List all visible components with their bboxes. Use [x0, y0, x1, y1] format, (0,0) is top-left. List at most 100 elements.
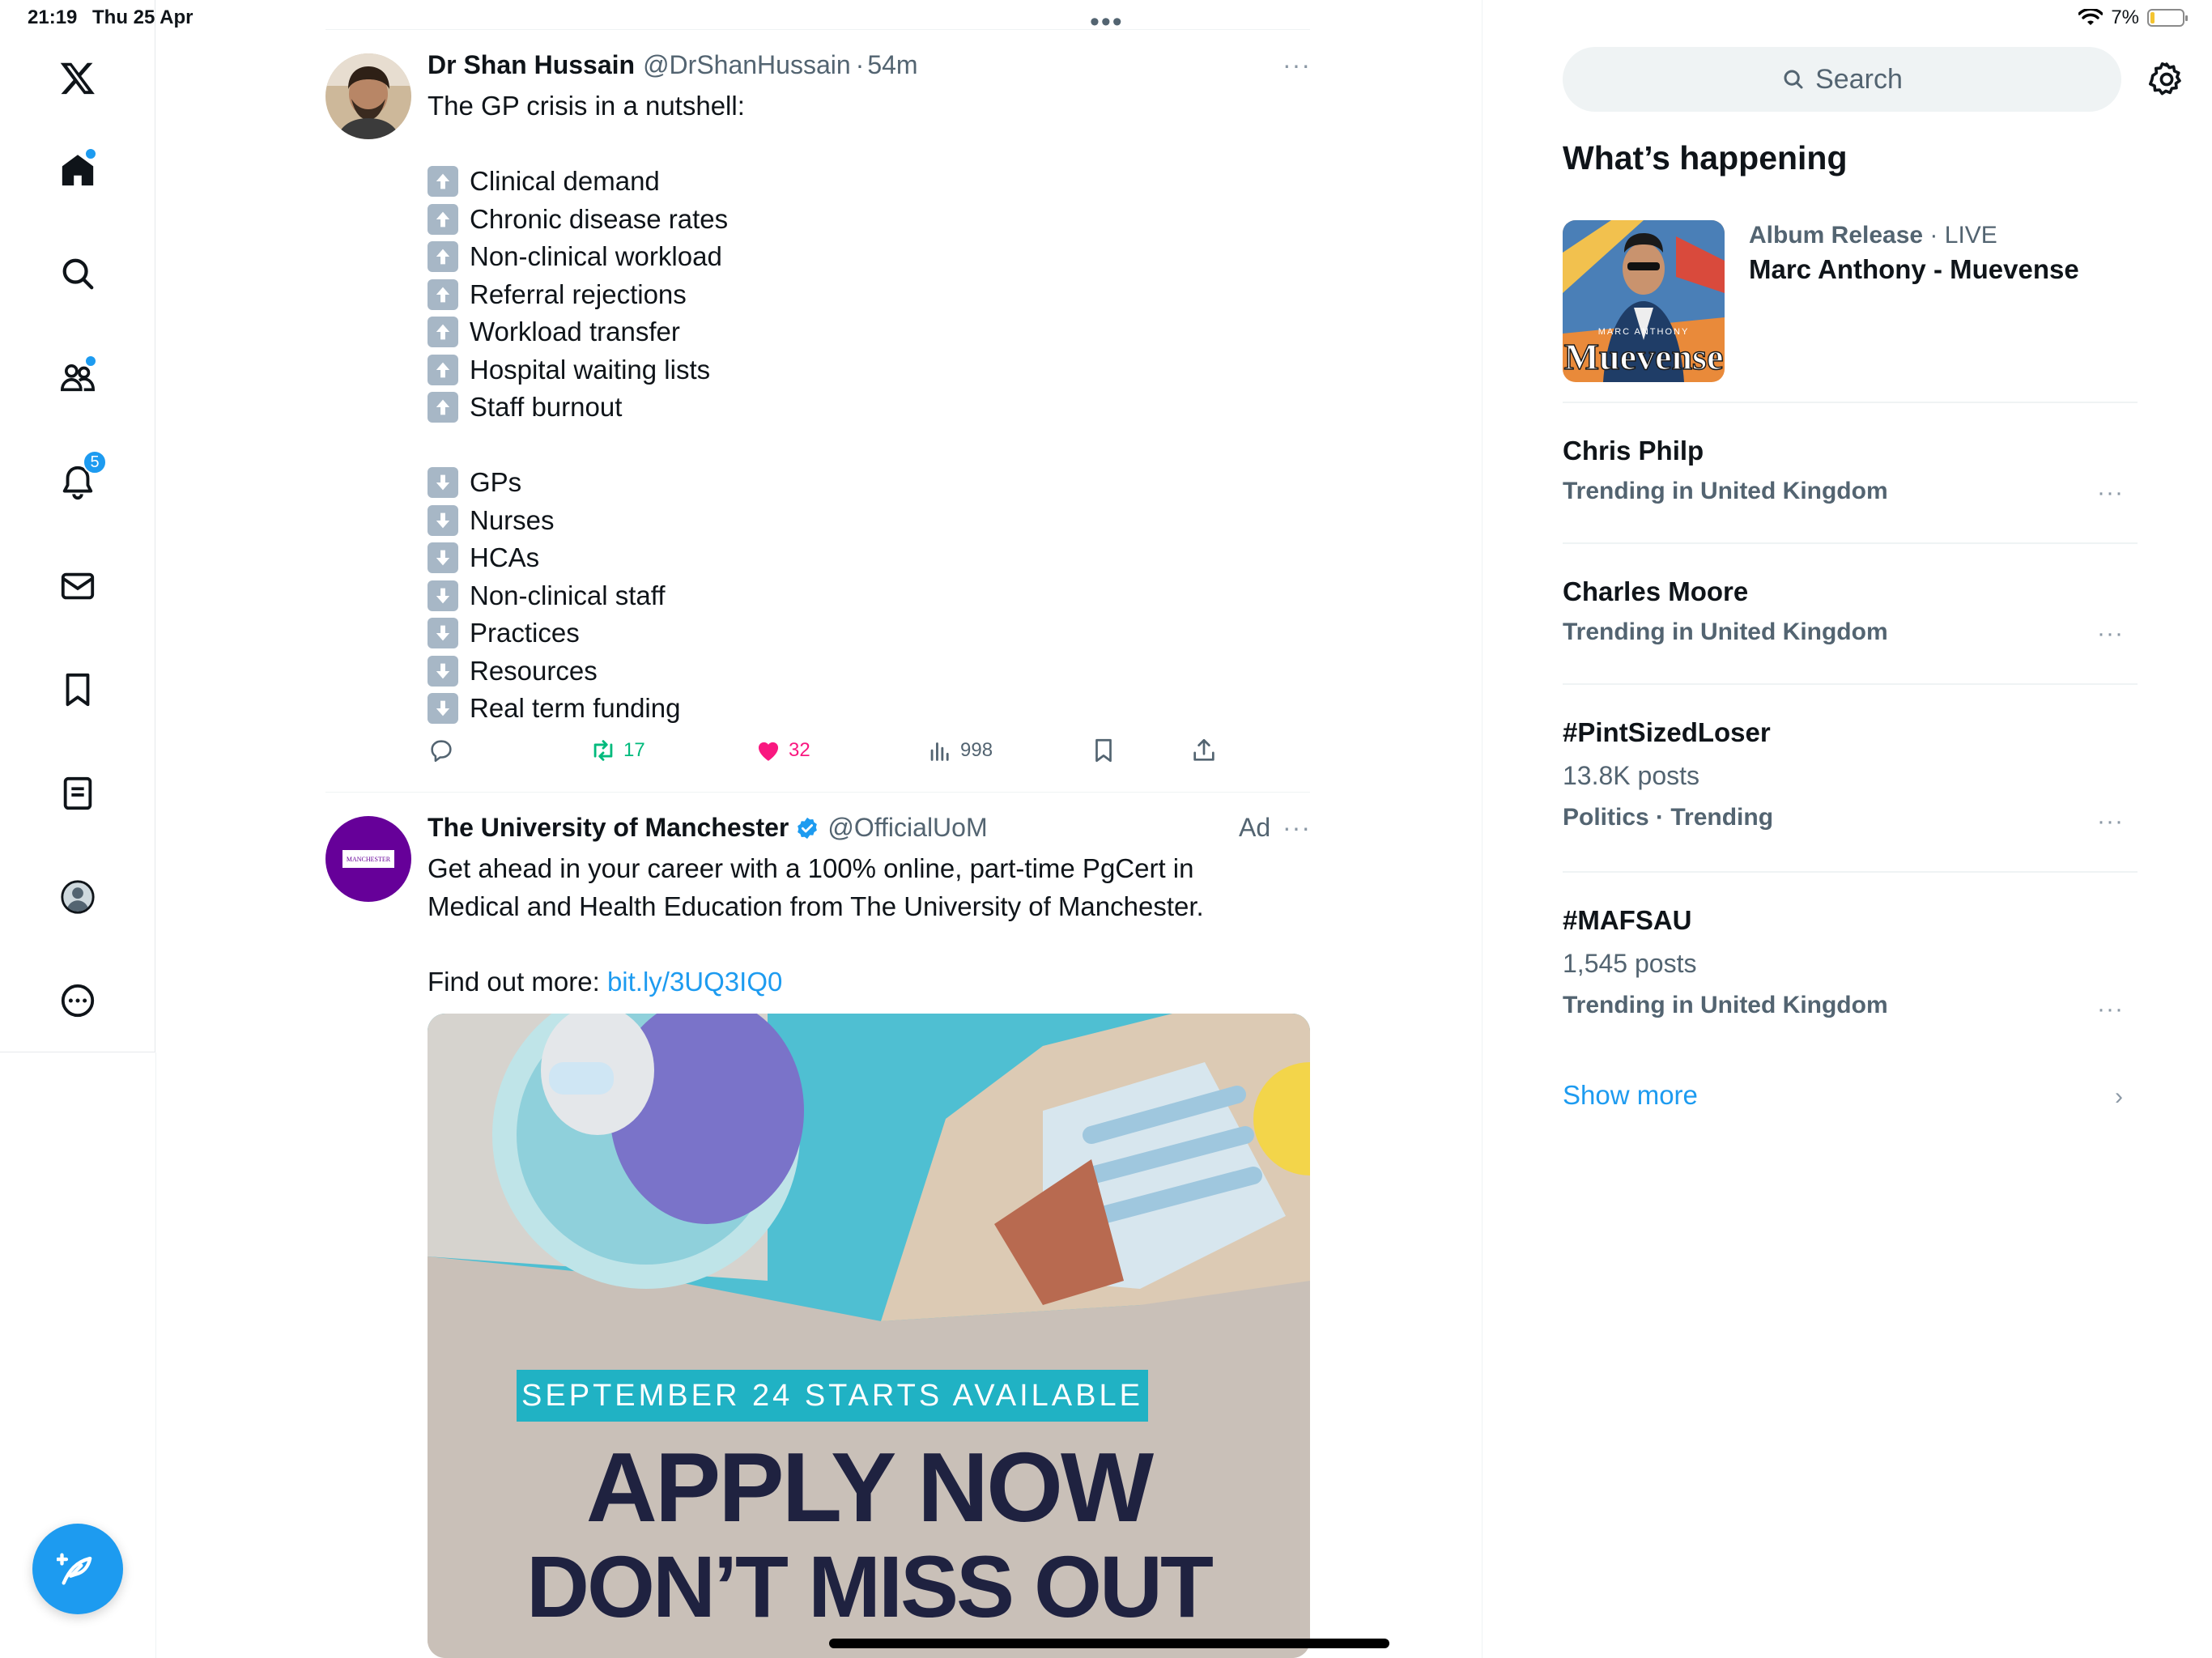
down-item-label: Real term funding: [470, 693, 681, 723]
trend-context: Trending in United Kingdom: [1563, 992, 1888, 1018]
arrow-down-icon: [428, 542, 458, 574]
meta-separator: ·: [855, 50, 865, 79]
compose-post-button[interactable]: [32, 1524, 123, 1614]
share-button[interactable]: [1190, 737, 1218, 764]
tweet-line: Get ahead in your career with a 100% onl…: [428, 853, 1194, 883]
share-icon: [1193, 738, 1214, 761]
trend-more-button[interactable]: ···: [2097, 996, 2124, 1023]
chevron-right-icon: ›: [2115, 1083, 2123, 1110]
up-item-label: Workload transfer: [470, 317, 680, 346]
trend-name: Charles Moore: [1563, 576, 1749, 606]
search-placeholder: Search: [1815, 63, 1903, 95]
notifications-icon[interactable]: 5: [53, 450, 107, 507]
up-item-label: Hospital waiting lists: [470, 354, 711, 385]
album-cover-image[interactable]: MARC ANTHONY Muevense: [1563, 220, 1725, 382]
album-cover-title: Muevense: [1563, 335, 1724, 378]
trend-name: Chris Philp: [1563, 436, 1704, 466]
search-icon[interactable]: [53, 249, 102, 298]
show-more-link[interactable]: Show more: [1563, 1080, 1698, 1111]
bookmarks-icon[interactable]: [53, 665, 102, 714]
trend-item[interactable]: Chris Philp Trending in United Kingdom: [1563, 436, 1888, 505]
up-arrow-item: Clinical demand: [428, 163, 745, 201]
trend-item[interactable]: #PintSizedLoser 13.8K posts Politics · T…: [1563, 717, 1773, 831]
home-notification-dot: [84, 147, 97, 160]
retweet-button[interactable]: 17: [589, 737, 645, 764]
trend-context: Trending in United Kingdom: [1563, 478, 1888, 504]
down-item-label: Practices: [470, 618, 580, 648]
like-count: 32: [789, 739, 810, 761]
arrow-up-icon: [428, 354, 458, 385]
arrow-up-icon: [428, 392, 458, 423]
communities-notification-dot: [84, 355, 97, 368]
down-arrow-item: Nurses: [428, 502, 745, 540]
album-category: Album Release: [1749, 222, 1924, 249]
messages-icon[interactable]: [53, 562, 102, 610]
author-handle[interactable]: @OfficialUoM: [827, 813, 987, 843]
wifi-icon: [2078, 9, 2104, 25]
tweet-header: The University of Manchester @OfficialUo…: [428, 813, 988, 843]
album-title: Marc Anthony - Muevense: [1749, 254, 2079, 284]
trend-more-button[interactable]: ···: [2097, 620, 2124, 648]
up-arrow-item: Referral rejections: [428, 276, 745, 314]
author-name[interactable]: Dr Shan Hussain: [428, 50, 635, 80]
down-arrow-item: Resources: [428, 653, 745, 691]
communities-icon[interactable]: [53, 353, 102, 402]
views-button[interactable]: 998: [926, 737, 993, 764]
more-options-icon[interactable]: [53, 976, 102, 1025]
view-count: 998: [960, 739, 993, 761]
trend-name: #MAFSAU: [1563, 905, 1692, 935]
reply-button[interactable]: [428, 737, 455, 764]
nav-divider: [155, 1052, 156, 1658]
arrow-up-icon: [428, 278, 458, 310]
author-name[interactable]: The University of Manchester: [428, 813, 789, 843]
like-button[interactable]: 32: [755, 737, 810, 764]
down-arrow-item: Real term funding: [428, 690, 745, 728]
reply-icon: [431, 740, 452, 763]
home-icon[interactable]: [53, 146, 102, 194]
up-item-label: Chronic disease rates: [470, 203, 729, 234]
trend-item[interactable]: #MAFSAU 1,545 posts Trending in United K…: [1563, 905, 1888, 1019]
album-separator: ·: [1923, 222, 1945, 249]
arrow-up-icon: [428, 241, 458, 273]
bookmark-button[interactable]: [1090, 737, 1117, 764]
settings-gear-icon[interactable]: [2147, 60, 2186, 99]
retweet-icon: [593, 740, 613, 761]
album-trend[interactable]: Album Release · LIVE Marc Anthony - Muev…: [1749, 222, 2079, 285]
tweet-more-button[interactable]: ···: [1283, 50, 1311, 80]
uom-avatar[interactable]: MANCHESTER: [325, 816, 411, 902]
battery-percentage: 7%: [2111, 6, 2139, 28]
avatar[interactable]: [325, 53, 411, 139]
trend-item[interactable]: Charles Moore Trending in United Kingdom: [1563, 576, 1888, 646]
live-label: LIVE: [1944, 222, 1997, 249]
search-input[interactable]: Search: [1563, 47, 2121, 112]
bookmark-icon: [1095, 738, 1112, 763]
ad-banner-text: SEPTEMBER 24 STARTS AVAILABLE: [521, 1378, 1143, 1413]
ad-image[interactable]: SEPTEMBER 24 STARTS AVAILABLE APPLY NOW …: [428, 1014, 1310, 1658]
whats-happening-heading: What’s happening: [1563, 139, 1848, 176]
tweet-divider: [325, 792, 1310, 793]
heart-filled-icon: [758, 742, 779, 761]
tweet-timestamp[interactable]: 54m: [867, 50, 917, 80]
up-arrow-item: Hospital waiting lists: [428, 351, 745, 389]
tweet-more-button[interactable]: ···: [1283, 813, 1311, 843]
x-logo-icon[interactable]: [53, 53, 102, 102]
arrow-down-icon: [428, 580, 458, 611]
left-navigation: 5: [0, 0, 155, 1052]
home-indicator[interactable]: [829, 1639, 1389, 1648]
tweet-divider: [325, 29, 1310, 30]
lists-icon[interactable]: [53, 769, 102, 818]
author-handle[interactable]: @DrShanHussain: [643, 50, 851, 80]
ad-link[interactable]: bit.ly/3UQ3IQ0: [607, 963, 782, 1001]
arrow-down-icon: [428, 618, 458, 649]
up-arrow-item: Staff burnout: [428, 389, 745, 427]
up-item-label: Non-clinical workload: [470, 241, 722, 271]
compose-feather-icon: [57, 1553, 92, 1585]
timeline: Dr Shan Hussain @DrShanHussain · 54m ···…: [325, 0, 1310, 1658]
profile-avatar-icon[interactable]: [53, 873, 102, 921]
trend-more-button[interactable]: ···: [2097, 479, 2124, 507]
down-arrow-item: Practices: [428, 614, 745, 653]
trend-more-button[interactable]: ···: [2097, 808, 2124, 835]
down-item-label: Nurses: [470, 504, 555, 535]
